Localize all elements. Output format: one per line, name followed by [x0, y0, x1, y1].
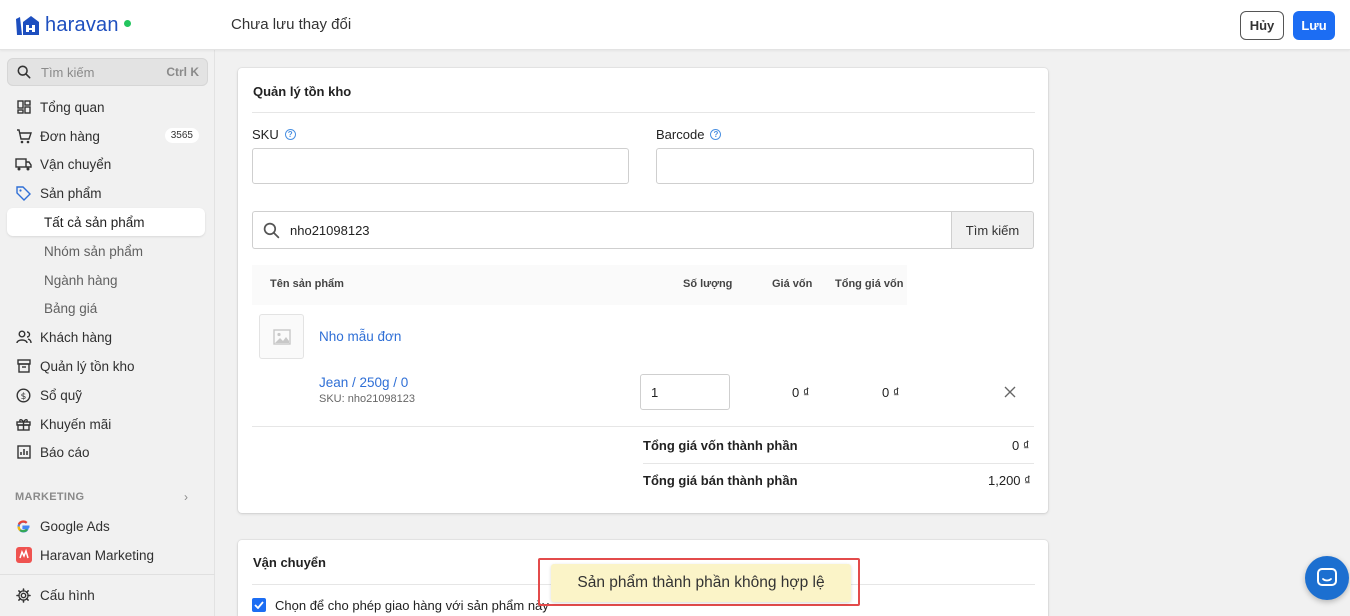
close-icon[interactable]	[1004, 386, 1016, 398]
barcode-label-text: Barcode	[656, 127, 705, 142]
sidebar-item-label: Khuyến mãi	[40, 416, 112, 432]
column-header-name: Tên sản phẩm	[270, 278, 344, 290]
save-button[interactable]: Lưu	[1293, 11, 1335, 40]
chat-icon	[1317, 568, 1337, 586]
component-cost: 0 ₫	[792, 385, 810, 400]
orders-count-badge: 3565	[164, 128, 199, 143]
quantity-input[interactable]	[640, 374, 730, 410]
card-divider	[252, 112, 1035, 113]
table-divider	[252, 426, 1034, 427]
checkmark-icon	[254, 601, 264, 609]
chevron-right-icon[interactable]: ›	[184, 490, 188, 504]
product-thumbnail	[259, 314, 304, 359]
sidebar-item-promotions[interactable]: Khuyến mãi	[7, 410, 205, 438]
sidebar-subitem-all-products[interactable]: Tất cả sản phẩm	[7, 208, 205, 236]
component-total-cost: 0 ₫	[882, 385, 900, 400]
marketing-section-label: MARKETING	[15, 491, 85, 503]
image-placeholder-icon	[272, 328, 291, 345]
search-placeholder: Tìm kiếm	[41, 64, 95, 80]
sidebar-item-products[interactable]: Sản phẩm	[7, 179, 205, 207]
tag-icon	[15, 185, 32, 202]
total-cost-value: 0 ₫	[1012, 438, 1030, 453]
sidebar-search[interactable]: Tìm kiếm Ctrl K	[7, 58, 208, 86]
sidebar-item-label: Haravan Marketing	[40, 547, 155, 563]
inventory-icon	[15, 358, 32, 375]
unsaved-changes-title: Chưa lưu thay đổi	[231, 16, 352, 33]
sidebar-subitem-price-list[interactable]: Bảng giá	[7, 294, 205, 322]
google-icon	[15, 518, 32, 535]
report-icon	[15, 444, 32, 461]
dashboard-icon	[15, 99, 32, 116]
cancel-button[interactable]: Hủy	[1240, 11, 1284, 40]
sidebar: Tìm kiếm Ctrl K Tổng quan Đơn hàng 3565 …	[0, 50, 215, 616]
top-bar: haravan Chưa lưu thay đổi Hủy Lưu	[0, 0, 1350, 50]
sidebar-item-label: Vận chuyển	[40, 156, 112, 172]
sku-label-text: SKU	[252, 127, 279, 142]
sidebar-item-cashbook[interactable]: $ Sổ quỹ	[7, 381, 205, 409]
gear-icon	[15, 587, 32, 604]
allow-shipping-label: Chọn để cho phép giao hàng với sản phẩm …	[275, 598, 549, 613]
sidebar-item-label: Sản phẩm	[40, 185, 102, 201]
sidebar-item-inventory[interactable]: Quản lý tồn kho	[7, 352, 205, 380]
brand-name: haravan	[45, 13, 119, 36]
sidebar-item-settings[interactable]: Cấu hình	[7, 581, 205, 609]
sidebar-item-customers[interactable]: Khách hàng	[7, 323, 205, 351]
help-icon[interactable]: ?	[710, 129, 722, 140]
sidebar-subitem-categories[interactable]: Ngành hàng	[7, 266, 205, 294]
sidebar-item-label: Khách hàng	[40, 329, 113, 345]
search-shortcut: Ctrl K	[166, 65, 199, 79]
sku-label: SKU ?	[252, 127, 296, 142]
sidebar-item-label: Google Ads	[40, 518, 110, 534]
product-search-field[interactable]	[252, 211, 952, 249]
sidebar-subitem-product-groups[interactable]: Nhóm sản phẩm	[7, 237, 205, 265]
sidebar-item-reports[interactable]: Báo cáo	[7, 438, 205, 466]
total-price-label: Tổng giá bán thành phần	[643, 473, 798, 488]
sidebar-item-label: Báo cáo	[40, 444, 90, 460]
inventory-card-title: Quản lý tồn kho	[253, 84, 352, 99]
online-status-dot	[123, 19, 131, 27]
dollar-icon: $	[15, 387, 32, 404]
svg-text:$: $	[21, 392, 27, 402]
variant-sku: SKU: nho21098123	[319, 393, 416, 405]
help-icon[interactable]: ?	[284, 129, 296, 140]
gift-icon	[15, 416, 32, 433]
total-price-value: 1,200 ₫	[988, 473, 1031, 488]
column-header-total-cost: Tổng giá vốn	[835, 278, 904, 290]
customers-icon	[15, 329, 32, 346]
product-search-input[interactable]	[290, 222, 930, 238]
barcode-label: Barcode ?	[656, 127, 722, 142]
sidebar-item-label: Sổ quỹ	[40, 387, 83, 403]
sidebar-item-label: Tổng quan	[40, 99, 105, 115]
haravan-marketing-icon	[15, 547, 32, 564]
sidebar-item-label: Đơn hàng	[40, 128, 100, 144]
shipping-card-title: Vận chuyển	[253, 555, 326, 570]
truck-icon	[15, 156, 32, 173]
sku-input[interactable]	[252, 148, 629, 184]
barcode-input[interactable]	[656, 148, 1034, 184]
search-icon	[17, 65, 31, 79]
component-table-header: Tên sản phẩm Số lượng Giá vốn Tổng giá v…	[252, 265, 907, 305]
column-header-qty: Số lượng	[683, 278, 733, 290]
allow-shipping-checkbox[interactable]	[252, 598, 266, 612]
sidebar-item-label: Quản lý tồn kho	[40, 358, 135, 374]
column-header-cost: Giá vốn	[772, 278, 813, 290]
product-name-link[interactable]: Nho mẫu đơn	[319, 329, 401, 344]
haravan-logo[interactable]: haravan	[14, 12, 131, 38]
sidebar-item-google-ads[interactable]: Google Ads	[7, 512, 205, 540]
sidebar-item-shipping[interactable]: Vận chuyển	[7, 150, 205, 178]
chat-support-button[interactable]	[1305, 556, 1349, 600]
sidebar-item-label: Cấu hình	[40, 587, 95, 603]
error-toast: Sản phẩm thành phần không hợp lệ	[551, 564, 851, 602]
total-cost-label: Tổng giá vốn thành phần	[643, 438, 798, 453]
search-icon	[263, 222, 280, 238]
sidebar-divider	[0, 574, 215, 575]
sidebar-item-overview[interactable]: Tổng quan	[7, 93, 205, 121]
sidebar-item-haravan-marketing[interactable]: Haravan Marketing	[7, 541, 205, 569]
totals-divider	[643, 463, 1034, 464]
product-search-button[interactable]: Tìm kiếm	[951, 211, 1034, 249]
cart-icon	[15, 128, 32, 145]
haravan-logo-icon	[16, 16, 39, 35]
variant-link[interactable]: Jean / 250g / 0	[319, 375, 408, 390]
sidebar-item-orders[interactable]: Đơn hàng 3565	[7, 122, 205, 150]
